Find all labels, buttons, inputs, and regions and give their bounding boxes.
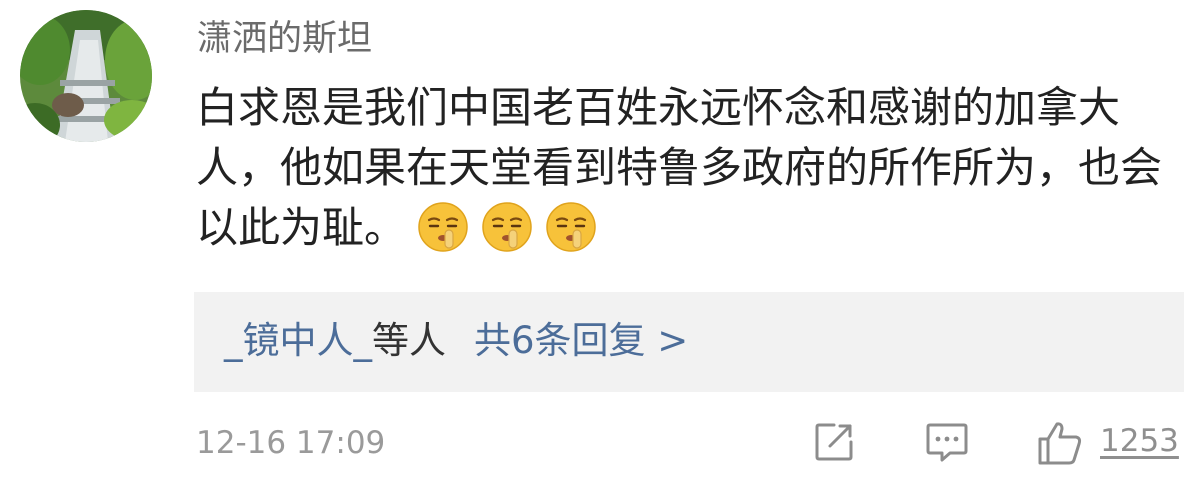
- view-replies-link[interactable]: 共6条回复 >: [474, 319, 688, 362]
- comment-text: 白求恩是我们中国老百姓永远怀念和感谢的加拿大人，他如果在天堂看到特鲁多政府的所作…: [196, 83, 1163, 252]
- comment-body: 白求恩是我们中国老百姓永远怀念和感谢的加拿大人，他如果在天堂看到特鲁多政府的所作…: [196, 78, 1176, 258]
- reply-suffix: 等人: [372, 319, 446, 362]
- comment-icon[interactable]: [924, 420, 970, 464]
- username[interactable]: 潇洒的斯坦: [197, 14, 372, 64]
- replies-summary[interactable]: _镜中人_等人 共6条回复 >: [224, 315, 688, 367]
- like-count[interactable]: 1253: [1100, 420, 1179, 462]
- share-icon[interactable]: [812, 420, 856, 464]
- like-icon[interactable]: [1036, 420, 1084, 466]
- shushing-face-emoji: [544, 200, 598, 254]
- shushing-face-emoji: [480, 200, 534, 254]
- shushing-face-emoji: [416, 200, 470, 254]
- reply-username[interactable]: _镜中人_: [224, 319, 372, 362]
- timestamp: 12-16 17:09: [196, 425, 386, 461]
- avatar[interactable]: [20, 10, 152, 142]
- replies-preview[interactable]: _镜中人_等人 共6条回复 >: [194, 292, 1184, 392]
